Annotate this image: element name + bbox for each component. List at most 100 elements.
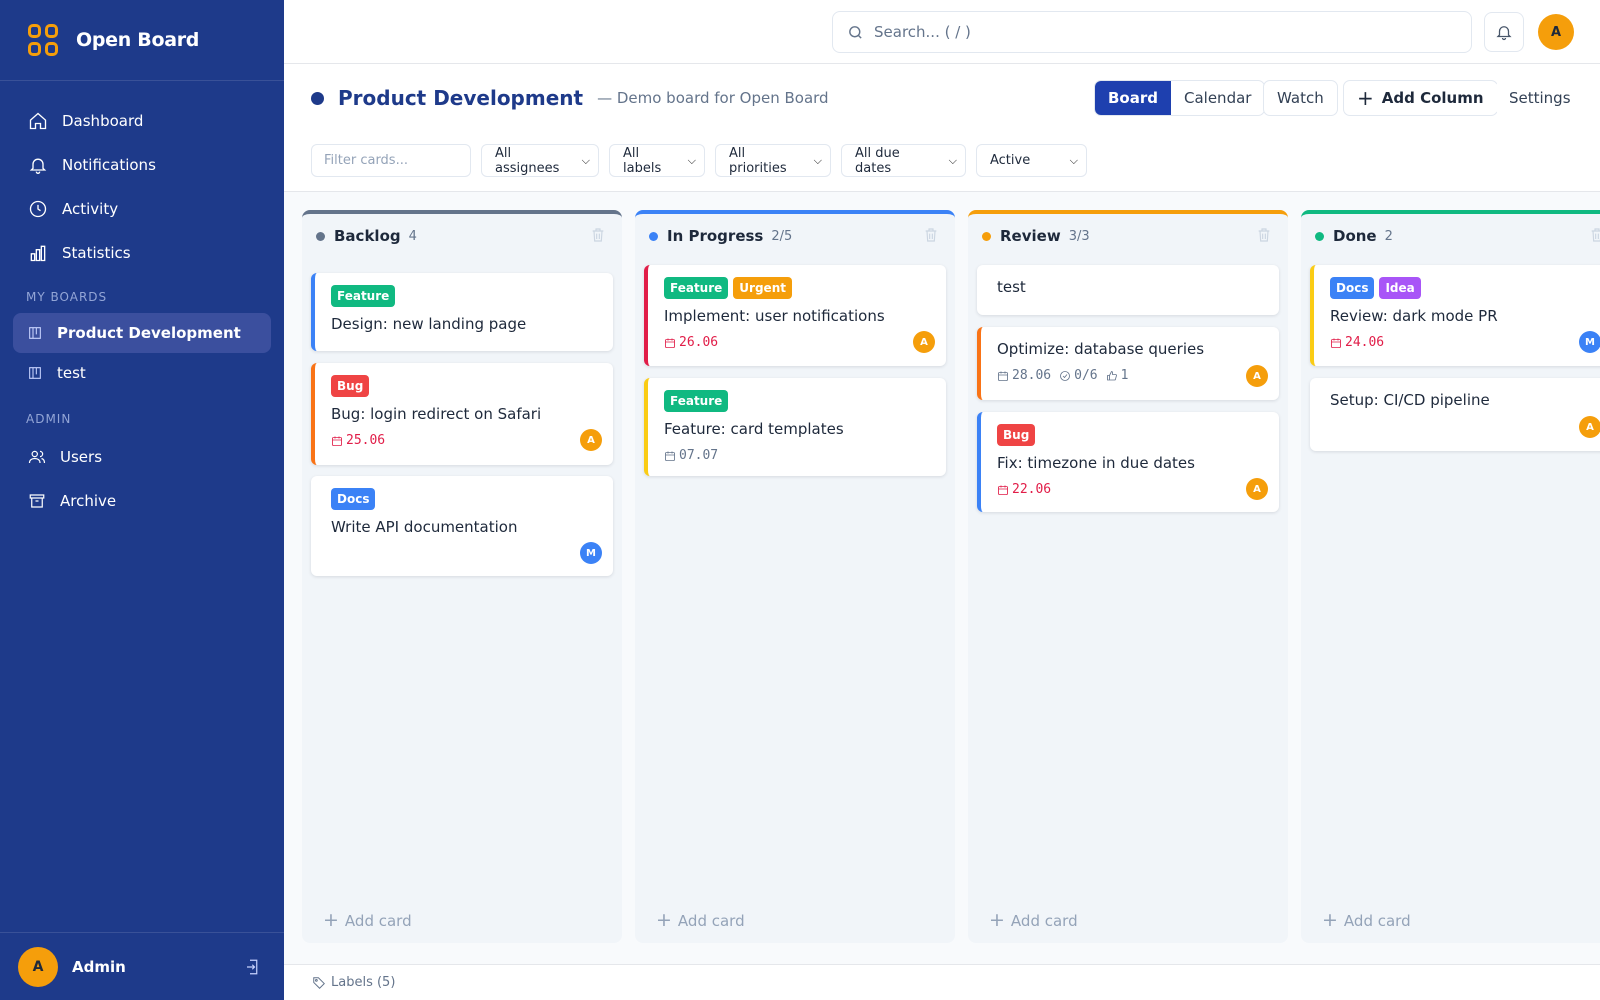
- column-header[interactable]: Backlog 4: [302, 214, 622, 258]
- select-value: All priorities: [729, 145, 787, 176]
- sidebar-board-test[interactable]: test: [13, 353, 271, 393]
- notifications-button[interactable]: [1484, 12, 1524, 52]
- card[interactable]: Bug Fix: timezone in due dates 22.06 A: [977, 412, 1279, 512]
- card[interactable]: Optimize: database queries 28.06 0/6 1 A: [977, 327, 1279, 400]
- board-item-label: Product Development: [57, 324, 241, 342]
- assignee-avatar[interactable]: M: [580, 542, 602, 564]
- nav-item-activity[interactable]: Activity: [0, 187, 284, 231]
- due-date: 07.07: [664, 448, 718, 463]
- nav-item-dashboard[interactable]: Dashboard: [0, 99, 284, 143]
- add-card-button[interactable]: + Add card: [323, 911, 412, 930]
- assignee-avatar[interactable]: A: [913, 331, 935, 353]
- card[interactable]: Setup: CI/CD pipeline A: [1310, 378, 1600, 451]
- add-card-button[interactable]: + Add card: [989, 911, 1078, 930]
- card-title: Optimize: database queries: [997, 340, 1205, 358]
- card-labels: Bug: [997, 424, 1265, 446]
- due-date-filter-select[interactable]: All due dates ⌵: [841, 144, 966, 177]
- calendar-icon: [665, 451, 675, 461]
- calendar-icon: [332, 436, 342, 446]
- search-box[interactable]: [832, 11, 1472, 53]
- logout-icon[interactable]: [244, 958, 262, 976]
- card[interactable]: Feature Design: new landing page: [311, 273, 613, 351]
- nav-item-label: Dashboard: [62, 112, 144, 130]
- page-title: Product Development: [338, 86, 584, 110]
- status-filter-select[interactable]: Active ⌵: [976, 144, 1087, 177]
- assignee-avatar[interactable]: M: [1579, 331, 1600, 353]
- sidebar-user: A Admin: [0, 932, 284, 1000]
- trash-icon[interactable]: [1589, 227, 1600, 243]
- card-meta: 22.06: [997, 482, 1265, 497]
- column-title: Done: [1333, 227, 1377, 245]
- label-tag: Idea: [1379, 277, 1421, 299]
- chevron-down-icon: ⌵: [813, 153, 822, 167]
- sidebar-board-product-development[interactable]: Product Development: [13, 313, 271, 353]
- labels-toggle[interactable]: Labels (5): [331, 975, 395, 990]
- card-title: Setup: CI/CD pipeline: [1330, 391, 1490, 409]
- assignee-avatar[interactable]: A: [1246, 478, 1268, 500]
- column-header[interactable]: In Progress 2/5: [635, 214, 955, 258]
- tab-calendar[interactable]: Calendar: [1171, 81, 1264, 115]
- card[interactable]: test: [977, 265, 1279, 315]
- admin-heading: ADMIN: [26, 412, 72, 426]
- add-card-label: Add card: [1010, 911, 1078, 930]
- add-card-button[interactable]: + Add card: [656, 911, 745, 930]
- nav-item-label: Notifications: [62, 156, 156, 174]
- clock-icon: [29, 200, 47, 218]
- trash-icon[interactable]: [923, 227, 939, 243]
- column-header[interactable]: Review 3/3: [968, 214, 1288, 258]
- user-avatar[interactable]: A: [1538, 14, 1574, 50]
- priority-filter-select[interactable]: All priorities ⌵: [715, 144, 831, 177]
- label-filter-select[interactable]: All labels ⌵: [609, 144, 705, 177]
- board-color-dot: [311, 91, 324, 105]
- nav-item-users[interactable]: Users: [0, 435, 284, 479]
- card[interactable]: Bug Bug: login redirect on Safari 25.06 …: [311, 363, 613, 465]
- card-meta: 25.06: [331, 433, 599, 448]
- card-meta: 07.07: [664, 448, 932, 463]
- add-card-label: Add card: [677, 911, 745, 930]
- tab-board[interactable]: Board: [1095, 81, 1171, 115]
- add-card-button[interactable]: + Add card: [1322, 911, 1411, 930]
- settings-button[interactable]: Settings: [1496, 80, 1584, 116]
- bar-chart-icon: [30, 245, 46, 262]
- card-title: Implement: user notifications: [664, 307, 885, 325]
- add-column-button[interactable]: + Add Column: [1343, 80, 1498, 116]
- card-labels: Feature Urgent: [664, 277, 932, 299]
- nav-item-archive[interactable]: Archive: [0, 479, 284, 523]
- card[interactable]: Docs Write API documentation M: [311, 476, 613, 576]
- trash-icon[interactable]: [1256, 227, 1272, 243]
- add-card-label: Add card: [344, 911, 412, 930]
- card[interactable]: Feature Urgent Implement: user notificat…: [644, 265, 946, 366]
- trash-icon[interactable]: [590, 227, 606, 243]
- label-tag: Feature: [331, 285, 396, 307]
- assignee-avatar[interactable]: A: [1246, 365, 1268, 387]
- column-header[interactable]: Done 2: [1301, 214, 1600, 258]
- label-tag: Feature: [664, 390, 729, 412]
- archive-icon: [29, 494, 45, 508]
- board-columns: Backlog 4 Feature Design: new landing pa…: [302, 210, 1600, 944]
- home-icon: [29, 112, 47, 130]
- nav-item-statistics[interactable]: Statistics: [0, 231, 284, 275]
- due-date-text: 25.06: [346, 433, 386, 448]
- filter-cards-input[interactable]: [311, 144, 471, 177]
- brand[interactable]: Open Board: [0, 0, 284, 81]
- card[interactable]: Docs Idea Review: dark mode PR 24.06 M: [1310, 265, 1600, 366]
- user-name: Admin: [72, 957, 126, 976]
- assignee-filter-select[interactable]: All assignees ⌵: [481, 144, 599, 177]
- card[interactable]: Feature Feature: card templates 07.07: [644, 378, 946, 476]
- due-date-text: 22.06: [1012, 482, 1052, 497]
- calendar-icon: [998, 485, 1008, 495]
- plus-icon: +: [1357, 86, 1374, 110]
- board-header: Product Development — Demo board for Ope…: [284, 64, 1600, 192]
- select-value: Active: [990, 153, 1031, 168]
- avatar[interactable]: A: [18, 946, 58, 987]
- card-labels: Docs: [331, 488, 599, 510]
- watch-button[interactable]: Watch: [1263, 80, 1338, 116]
- card-title: Design: new landing page: [331, 315, 527, 333]
- column-backlog: Backlog 4 Feature Design: new landing pa…: [302, 210, 622, 943]
- nav-item-notifications[interactable]: Notifications: [0, 143, 284, 187]
- assignee-avatar[interactable]: A: [580, 429, 602, 451]
- search-input[interactable]: [874, 23, 1434, 41]
- assignee-avatar[interactable]: A: [1579, 416, 1600, 438]
- add-card-label: Add card: [1343, 911, 1411, 930]
- view-switch: Board Calendar: [1094, 80, 1266, 116]
